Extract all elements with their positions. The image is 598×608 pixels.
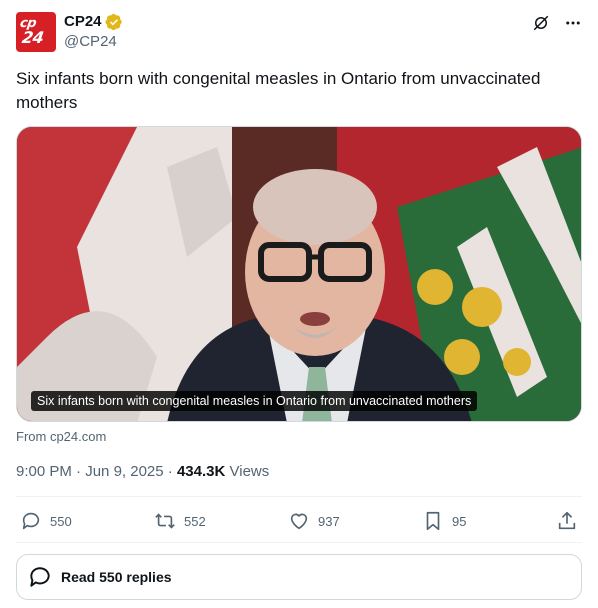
author-display-name[interactable]: CP24 <box>64 12 102 32</box>
divider-top <box>16 496 582 497</box>
divider-bottom <box>16 542 582 543</box>
meta-separator: · <box>76 463 82 480</box>
views-count: 434.3K <box>176 463 226 480</box>
read-replies-button[interactable]: Read 550 replies <box>16 554 582 600</box>
like-count: 937 <box>318 513 340 529</box>
news-photo <box>17 127 581 421</box>
tweet-text: Six infants born with congenital measles… <box>16 69 541 112</box>
avatar-logo: cp 24 <box>17 16 46 47</box>
top-actions <box>532 14 582 32</box>
author-handle[interactable]: @CP24 <box>64 32 123 52</box>
meta-separator-2: · <box>167 463 173 480</box>
repost-icon <box>155 513 175 529</box>
reply-count: 550 <box>50 513 72 529</box>
author-block: CP24 @CP24 <box>64 12 123 52</box>
reply-icon <box>22 512 40 530</box>
tweet-time[interactable]: 9:00 PM <box>16 463 72 480</box>
tweet-meta: 9:00 PM · Jun 9, 2025 · 434.3K Views <box>16 462 269 482</box>
read-replies-label: Read 550 replies <box>61 569 172 585</box>
media-card[interactable]: Six infants born with congenital measles… <box>16 126 582 422</box>
share-icon <box>558 511 576 530</box>
repost-count: 552 <box>184 513 206 529</box>
views-label: Views <box>229 463 270 480</box>
like-button[interactable]: 937 <box>288 510 340 532</box>
repost-button[interactable]: 552 <box>154 510 206 532</box>
bookmark-button[interactable]: 95 <box>422 510 466 532</box>
author-name-row[interactable]: CP24 <box>64 12 123 32</box>
share-button[interactable] <box>556 510 578 532</box>
avatar[interactable]: cp 24 <box>16 12 56 52</box>
tweet-header: cp 24 CP24 @CP24 <box>16 12 582 56</box>
like-icon <box>290 513 308 530</box>
link-source[interactable]: From cp24.com <box>16 429 106 444</box>
replies-bubble-icon <box>30 567 50 587</box>
media-caption: Six infants born with congenital measles… <box>31 391 478 411</box>
avatar-logo-line2: 24 <box>20 28 45 47</box>
bookmark-icon <box>426 511 440 531</box>
grok-icon[interactable] <box>532 14 550 32</box>
verified-badge-icon <box>105 13 122 31</box>
reply-button[interactable]: 550 <box>20 510 72 532</box>
more-icon[interactable] <box>564 14 582 32</box>
action-bar: 550 552 937 95 <box>16 510 582 536</box>
tweet-date[interactable]: Jun 9, 2025 <box>85 463 163 480</box>
bookmark-count: 95 <box>452 513 467 529</box>
